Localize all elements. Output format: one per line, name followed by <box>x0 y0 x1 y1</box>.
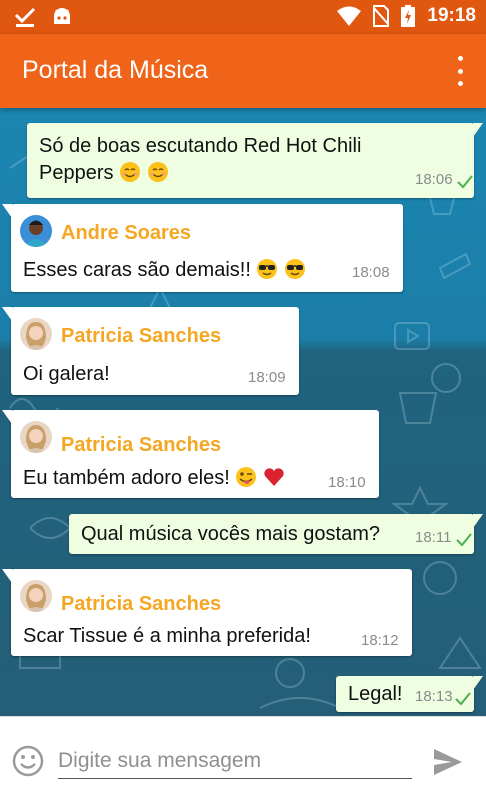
smiling-face-emoji-icon <box>120 162 141 182</box>
message-input-bar <box>0 716 486 800</box>
message-input[interactable] <box>58 743 412 779</box>
message-time: 18:06 <box>415 171 453 188</box>
status-time: 19:18 <box>427 5 476 26</box>
status-bar-left <box>14 6 72 28</box>
no-sim-icon <box>373 5 390 27</box>
avatar-patricia-icon <box>20 580 52 612</box>
message-bubble-outgoing[interactable]: Legal! 18:13 <box>336 676 483 712</box>
message-time: 18:09 <box>248 369 286 386</box>
android-icon <box>54 8 70 24</box>
sender-name: Andre Soares <box>61 222 192 244</box>
bubble-tail <box>2 204 12 218</box>
message-text: Oi galera! <box>23 363 110 386</box>
bubble-tail <box>2 307 12 321</box>
message-text-content: Eu também adoro eles! <box>23 467 230 489</box>
avatar[interactable] <box>20 421 52 453</box>
message-bubble-incoming[interactable]: Patricia Sanches Eu também adoro eles! 1… <box>2 410 379 498</box>
message-text: Só de boas escutando Red Hot Chili Peppe… <box>39 133 361 187</box>
sunglasses-face-emoji-icon <box>257 259 278 279</box>
avatar[interactable] <box>20 215 52 247</box>
emoji-icon[interactable] <box>12 745 44 777</box>
chat-area[interactable]: Só de boas escutando Red Hot Chili Peppe… <box>0 108 486 716</box>
sender-name: Patricia Sanches <box>61 593 222 615</box>
smiling-face-emoji-icon <box>147 162 168 182</box>
avatar[interactable] <box>20 318 52 350</box>
delivered-check-icon <box>456 533 472 547</box>
winking-tongue-face-emoji-icon <box>236 467 257 487</box>
message-text-line: Peppers <box>39 162 114 184</box>
wifi-icon <box>337 6 362 26</box>
sender-name: Patricia Sanches <box>61 434 222 456</box>
message-bubble-incoming[interactable]: Andre Soares Esses caras são demais!! 18… <box>2 204 403 292</box>
message-time: 18:13 <box>415 688 453 705</box>
message-text: Legal! <box>348 683 403 706</box>
message-text-content: Scar Tissue é a minha preferida! <box>23 625 311 647</box>
message-time: 18:10 <box>328 474 366 491</box>
sender-name: Patricia Sanches <box>61 325 222 347</box>
status-bar-right: 19:18 <box>337 5 476 27</box>
message-time: 18:11 <box>415 529 452 546</box>
battery-charging-icon <box>401 5 416 27</box>
bubble-tail <box>473 123 483 137</box>
avatar-patricia-icon <box>20 421 52 453</box>
message-text-content: Qual música vocês mais gostam? <box>81 523 381 545</box>
message-time: 18:08 <box>352 264 390 281</box>
avatar-andre-icon <box>20 215 52 247</box>
sunglasses-face-emoji-icon <box>285 259 305 279</box>
message-text: Qual música vocês mais gostam? <box>81 523 380 546</box>
delivered-check-icon <box>457 175 473 189</box>
message-bubble-incoming[interactable]: Patricia Sanches Scar Tissue é a minha p… <box>2 569 412 656</box>
message-bubble-incoming[interactable]: Patricia Sanches Oi galera! 18:09 <box>2 307 299 395</box>
bubble-tail <box>2 410 12 424</box>
message-time: 18:12 <box>361 632 399 649</box>
message-bubble-outgoing[interactable]: Só de boas escutando Red Hot Chili Peppe… <box>27 123 483 198</box>
app-title: Portal da Música <box>22 56 209 84</box>
message-text-content: Esses caras são demais!! <box>23 259 251 281</box>
red-heart-emoji-icon <box>264 468 284 486</box>
message-text-line: Só de boas escutando Red Hot Chili <box>39 135 362 157</box>
bubble-tail <box>2 569 12 583</box>
overflow-menu-icon[interactable] <box>454 56 466 86</box>
app-bar: Portal da Música <box>0 34 486 108</box>
send-icon[interactable] <box>432 747 464 777</box>
message-bubble-outgoing[interactable]: Qual música vocês mais gostam? 18:11 <box>69 514 483 554</box>
bubble-tail <box>473 676 483 690</box>
message-text: Eu também adoro eles! <box>23 466 285 490</box>
message-text-content: Legal! <box>348 683 403 705</box>
bubble-tail <box>473 514 483 528</box>
message-text: Esses caras são demais!! <box>23 258 306 282</box>
delivered-check-icon <box>455 692 471 706</box>
avatar[interactable] <box>20 580 52 612</box>
avatar-patricia-icon <box>20 318 52 350</box>
check-download-icon <box>14 7 36 27</box>
status-bar: 19:18 <box>0 0 486 34</box>
message-text: Scar Tissue é a minha preferida! <box>23 625 311 648</box>
message-text-content: Oi galera! <box>23 363 110 385</box>
